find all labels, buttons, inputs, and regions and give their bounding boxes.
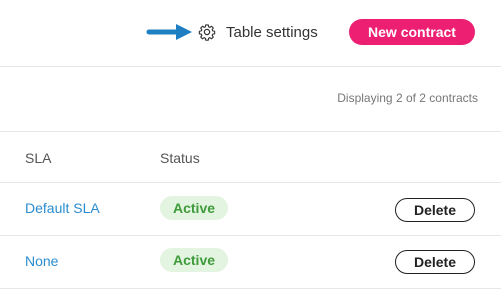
- status-badge: Active: [160, 196, 229, 220]
- displaying-count-text: Displaying 2 of 2 contracts: [337, 91, 478, 105]
- info-area: Displaying 2 of 2 contracts: [0, 67, 501, 132]
- arrow-right-icon: [146, 24, 192, 40]
- table-row: None Active Delete: [0, 236, 501, 289]
- table-row: Default SLA Active Delete: [0, 183, 501, 236]
- table-settings-button[interactable]: Table settings: [198, 20, 318, 44]
- sla-link[interactable]: Default SLA: [25, 200, 100, 216]
- table-header: SLA Status: [0, 132, 501, 183]
- toolbar: Table settings New contract: [0, 0, 501, 67]
- column-header-sla: SLA: [25, 150, 52, 166]
- delete-button[interactable]: Delete: [395, 250, 475, 274]
- status-badge: Active: [160, 248, 229, 272]
- gear-icon: [198, 24, 216, 41]
- column-header-status: Status: [160, 150, 200, 166]
- sla-link[interactable]: None: [25, 253, 58, 269]
- new-contract-button[interactable]: New contract: [349, 19, 475, 45]
- table-settings-label: Table settings: [226, 23, 318, 41]
- delete-button[interactable]: Delete: [395, 198, 475, 222]
